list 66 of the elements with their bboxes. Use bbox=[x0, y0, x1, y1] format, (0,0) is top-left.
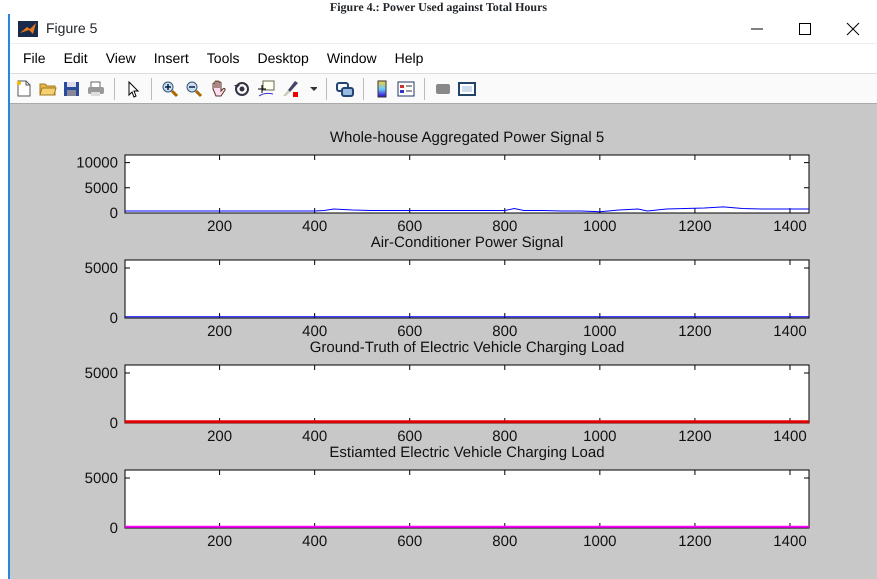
x-tick-label: 400 bbox=[302, 428, 328, 445]
window-icon[interactable] bbox=[458, 80, 476, 98]
menu-item[interactable]: Edit bbox=[54, 46, 97, 71]
menu-item[interactable]: View bbox=[96, 46, 145, 71]
menu-item[interactable]: Help bbox=[386, 46, 432, 71]
x-tick-label: 400 bbox=[302, 218, 328, 235]
x-tick-label: 1200 bbox=[678, 218, 712, 235]
x-tick-label: 800 bbox=[492, 218, 518, 235]
x-tick-label: 1400 bbox=[773, 323, 807, 340]
y-tick-label: 5000 bbox=[84, 260, 118, 277]
x-tick-label: 1200 bbox=[678, 533, 712, 550]
x-tick-label: 800 bbox=[492, 323, 518, 340]
menu-item[interactable]: Window bbox=[318, 46, 386, 71]
printer-icon[interactable] bbox=[87, 80, 105, 98]
x-tick-label: 1000 bbox=[583, 428, 617, 445]
x-tick-label: 600 bbox=[397, 218, 422, 235]
y-tick-label: 10000 bbox=[76, 154, 118, 172]
x-tick-label: 200 bbox=[207, 323, 232, 340]
x-tick-label: 800 bbox=[492, 533, 518, 550]
legend-icon[interactable] bbox=[397, 80, 415, 98]
y-tick-label: 5000 bbox=[84, 365, 118, 382]
link-icon[interactable] bbox=[336, 80, 354, 98]
x-tick-label: 600 bbox=[397, 428, 422, 445]
zoom-out-icon[interactable] bbox=[185, 80, 203, 98]
x-tick-label: 1200 bbox=[678, 428, 712, 445]
y-tick-label: 5000 bbox=[84, 180, 118, 197]
figure-caption: Figure 4.: Power Used against Total Hours bbox=[330, 0, 548, 14]
plot-title: Ground-Truth of Electric Vehicle Charging Load bbox=[310, 339, 624, 356]
x-tick-label: 600 bbox=[397, 533, 422, 550]
new-file-icon[interactable] bbox=[15, 80, 33, 98]
y-tick-label: 0 bbox=[110, 310, 118, 327]
y-tick-label: 0 bbox=[110, 205, 118, 222]
save-icon[interactable] bbox=[63, 80, 81, 98]
minimize-icon bbox=[751, 28, 763, 30]
x-tick-label: 1200 bbox=[678, 323, 712, 340]
x-tick-label: 800 bbox=[492, 428, 518, 445]
menu-item[interactable]: File bbox=[14, 46, 55, 71]
window-title: Figure 5 bbox=[46, 19, 98, 38]
brush-icon[interactable] bbox=[281, 80, 299, 98]
x-tick-label: 1400 bbox=[773, 428, 807, 445]
app-logo-icon bbox=[18, 20, 38, 36]
zoom-in-icon[interactable] bbox=[161, 80, 179, 98]
x-tick-label: 1000 bbox=[583, 323, 617, 340]
x-tick-label: 600 bbox=[397, 323, 422, 340]
plot-title: Estiamted Electric Vehicle Charging Load bbox=[329, 444, 605, 461]
x-tick-label: 200 bbox=[207, 218, 232, 235]
menu-item[interactable]: Tools bbox=[198, 46, 248, 71]
plot-title: Whole-house Aggregated Power Signal 5 bbox=[330, 129, 604, 146]
x-tick-label: 200 bbox=[207, 533, 232, 550]
y-tick-label: 0 bbox=[110, 415, 118, 432]
plot-title: Air-Conditioner Power Signal bbox=[370, 234, 564, 251]
x-tick-label: 1400 bbox=[773, 218, 807, 235]
menu-item[interactable]: Desktop bbox=[248, 46, 318, 71]
x-tick-label: 1000 bbox=[583, 218, 617, 235]
y-tick-label: 0 bbox=[110, 520, 118, 537]
x-tick-label: 400 bbox=[302, 533, 328, 550]
x-tick-label: 400 bbox=[302, 323, 328, 340]
x-tick-label: 200 bbox=[207, 428, 232, 445]
maximize-icon bbox=[798, 22, 812, 36]
data-cursor-icon[interactable] bbox=[257, 80, 275, 98]
menu-item[interactable]: Insert bbox=[144, 46, 198, 71]
y-tick-label: 5000 bbox=[84, 470, 118, 487]
x-tick-label: 1000 bbox=[583, 533, 617, 550]
rotate-icon[interactable] bbox=[233, 80, 251, 98]
x-tick-label: 1400 bbox=[773, 533, 807, 550]
close-icon bbox=[846, 22, 860, 36]
